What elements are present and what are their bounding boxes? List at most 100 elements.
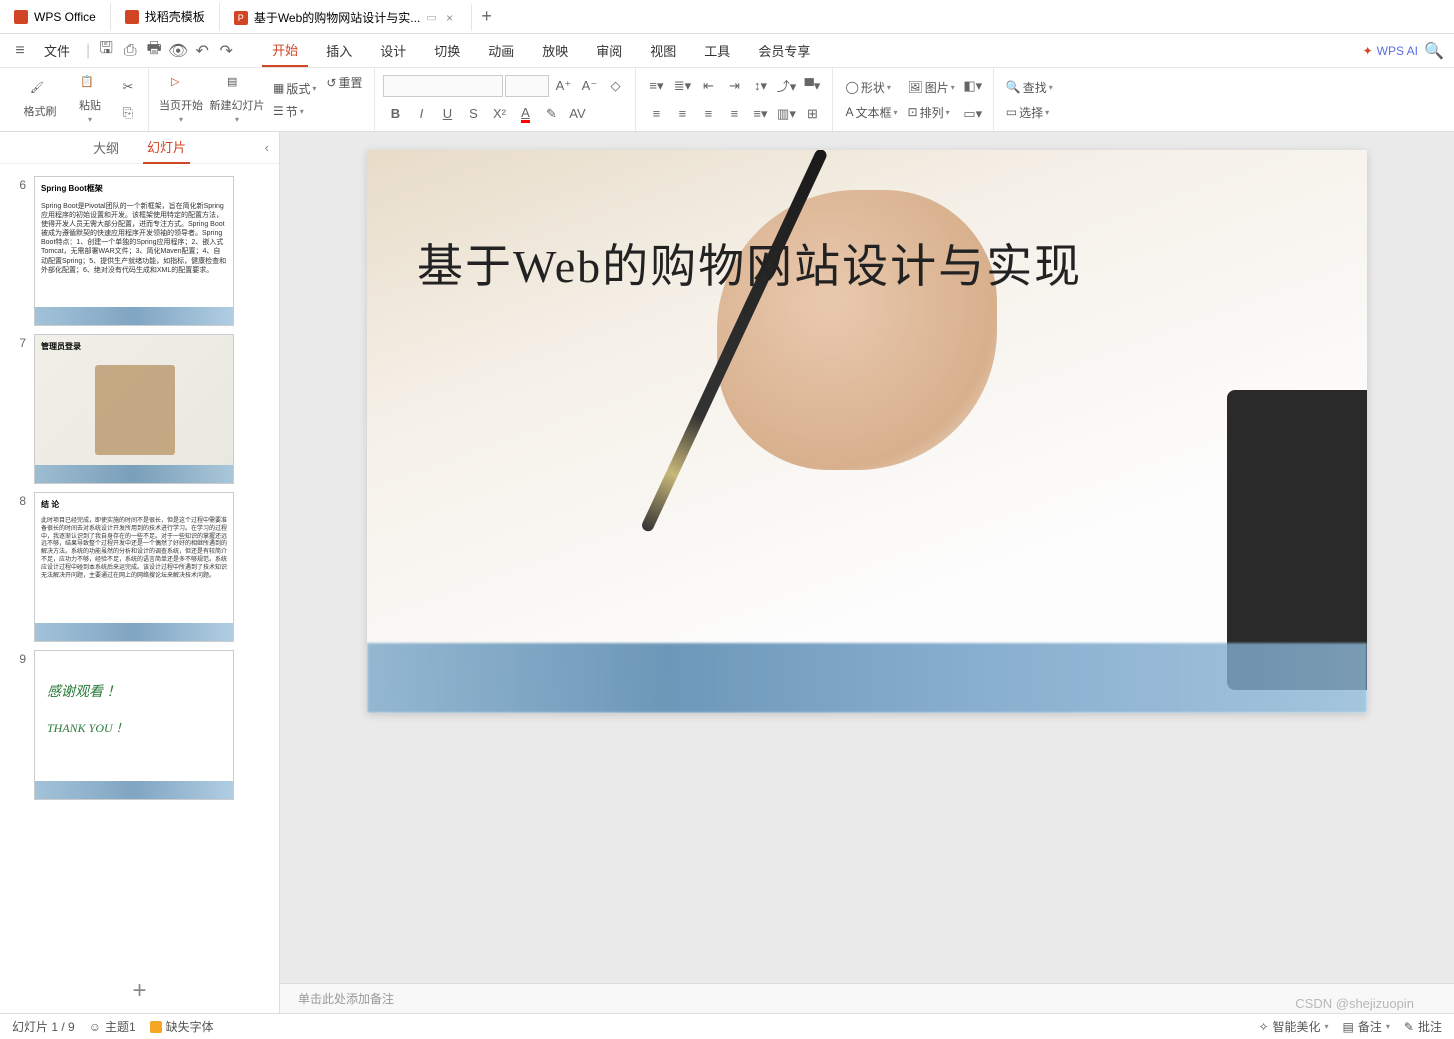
slide-thumbnail-8[interactable]: 结 论 此时项目已经完成，即使实施的时间不是很长，但是这个过程中需要准备很长的时…	[34, 492, 234, 642]
highlight-icon[interactable]: ✎	[539, 102, 563, 126]
align-center-icon[interactable]: ≡	[670, 102, 694, 126]
wps-ai-button[interactable]: ✦WPS AI	[1363, 44, 1418, 58]
italic-icon[interactable]: I	[409, 102, 433, 126]
paste-button[interactable]: 📋粘贴▾	[66, 72, 114, 128]
watercolor-decoration	[35, 623, 233, 641]
new-slide-icon: ▤	[227, 75, 247, 95]
search-icon[interactable]: 🔍	[1426, 43, 1442, 59]
superscript-icon[interactable]: X²	[487, 102, 511, 126]
menu-tab-start[interactable]: 开始	[262, 34, 308, 67]
notes-pane[interactable]: 单击此处添加备注	[280, 983, 1454, 1013]
clear-format-icon[interactable]: ◇	[603, 74, 627, 98]
align-left-icon[interactable]: ≡	[644, 102, 668, 126]
slide-thumbnail-6[interactable]: Spring Boot框架 Spring Boot是Pivotal团队的一个新框…	[34, 176, 234, 326]
columns-icon[interactable]: ▥▾	[774, 102, 798, 126]
thumb-row: 6 Spring Boot框架 Spring Boot是Pivotal团队的一个…	[0, 172, 279, 330]
start-from-current-button[interactable]: ▷当页开始▾	[157, 72, 205, 128]
line-spacing-icon[interactable]: ↕▾	[748, 74, 772, 98]
slide-area: 基于Web的购物网站设计与实现 单击此处添加备注	[280, 132, 1454, 1013]
copy-icon[interactable]: ⎘	[116, 101, 140, 125]
play-icon: ▷	[171, 75, 191, 95]
close-tab-icon[interactable]: ×	[443, 11, 457, 25]
file-menu[interactable]: 文件	[36, 37, 78, 64]
side-tab-outline[interactable]: 大纲	[89, 132, 123, 163]
strike-icon[interactable]: S	[461, 102, 485, 126]
collapse-panel-icon[interactable]: ‹	[265, 140, 269, 155]
fill-icon[interactable]: ◧▾	[961, 74, 985, 98]
hamburger-icon[interactable]: ≡	[12, 43, 28, 59]
text-direction-icon[interactable]: ⤴▾	[774, 74, 798, 98]
menu-tab-animation[interactable]: 动画	[478, 35, 524, 66]
cut-icon[interactable]: ✂	[116, 75, 140, 99]
menu-tab-tools[interactable]: 工具	[694, 35, 740, 66]
side-tab-slides[interactable]: 幻灯片	[143, 132, 190, 164]
align-top-icon[interactable]: ▀▾	[800, 74, 824, 98]
slide-counter[interactable]: 幻灯片 1 / 9	[12, 1018, 75, 1035]
app-tab-wps[interactable]: WPS Office	[0, 3, 111, 31]
reset-button[interactable]: ↺重置	[322, 72, 366, 93]
print-icon[interactable]: 🖶	[146, 43, 162, 59]
image-button[interactable]: 🖼图片▾	[904, 77, 959, 98]
section-button[interactable]: ☰节▾	[269, 101, 320, 122]
outdent-icon[interactable]: ⇤	[696, 74, 720, 98]
beautify-button[interactable]: ✧智能美化▾	[1258, 1018, 1328, 1035]
textbox-button[interactable]: A文本框▾	[841, 102, 901, 123]
bullets-icon[interactable]: ≡▾	[644, 74, 668, 98]
slide-thumbnail-7[interactable]: 管理员登录	[34, 334, 234, 484]
slide-title-text: 基于Web的购物网站设计与实现	[417, 230, 1317, 296]
find-icon: 🔍	[1006, 80, 1021, 94]
find-button[interactable]: 🔍查找▾	[1002, 77, 1057, 98]
notes-toggle[interactable]: ▤备注▾	[1343, 1018, 1390, 1035]
undo-icon[interactable]: ↶	[194, 43, 210, 59]
arrange-icon: ⊡	[908, 105, 918, 119]
indent-icon[interactable]: ⇥	[722, 74, 746, 98]
menu-tab-member[interactable]: 会员专享	[748, 35, 820, 66]
menu-tab-view[interactable]: 视图	[640, 35, 686, 66]
menu-tab-review[interactable]: 审阅	[586, 35, 632, 66]
menu-tab-transition[interactable]: 切换	[424, 35, 470, 66]
font-color-icon[interactable]: A	[513, 102, 537, 126]
shape-button[interactable]: ◯形状▾	[841, 77, 901, 98]
missing-font-warning[interactable]: 缺失字体	[150, 1018, 214, 1035]
bold-icon[interactable]: B	[383, 102, 407, 126]
thumb-row: 8 结 论 此时项目已经完成，即使实施的时间不是很长，但是这个过程中需要准备很长…	[0, 488, 279, 646]
ribbon-group-clipboard: 🖌格式刷 📋粘贴▾ ✂ ⎘	[8, 68, 149, 131]
image-icon: 🖼	[908, 80, 923, 94]
maximise-tab-icon[interactable]: ▭	[426, 11, 436, 24]
new-tab-button[interactable]: +	[472, 6, 502, 27]
char-spacing-icon[interactable]: AV	[565, 102, 589, 126]
underline-icon[interactable]: U	[435, 102, 459, 126]
menu-tab-design[interactable]: 设计	[370, 35, 416, 66]
select-button[interactable]: ▭选择▾	[1002, 102, 1057, 123]
align-right-icon[interactable]: ≡	[696, 102, 720, 126]
current-slide[interactable]: 基于Web的购物网站设计与实现	[367, 150, 1367, 713]
new-slide-button[interactable]: ▤新建幻灯片▾	[207, 72, 267, 128]
sparkle-icon: ✧	[1258, 1020, 1268, 1034]
print-preview-icon[interactable]: 👁	[170, 43, 186, 59]
menu-tab-slideshow[interactable]: 放映	[532, 35, 578, 66]
app-tab-templates[interactable]: 找稻壳模板	[111, 3, 220, 31]
smartart-icon[interactable]: ⊞	[800, 102, 824, 126]
redo-icon[interactable]: ↷	[218, 43, 234, 59]
layout-button[interactable]: ▦版式▾	[269, 78, 320, 99]
slide-thumbnail-9[interactable]: 感谢观看 ！ THANK YOU ！	[34, 650, 234, 800]
font-family-select[interactable]	[383, 75, 503, 97]
app-tab-document[interactable]: P 基于Web的购物网站设计与实... ▭ ×	[220, 3, 472, 31]
numbering-icon[interactable]: ≣▾	[670, 74, 694, 98]
theme-indicator[interactable]: ☺主题1	[89, 1018, 136, 1035]
increase-font-icon[interactable]: A⁺	[551, 74, 575, 98]
reset-icon: ↺	[326, 76, 336, 90]
save-icon[interactable]: 🖫	[98, 43, 114, 59]
export-icon[interactable]: ⎙	[122, 43, 138, 59]
add-slide-button[interactable]: +	[0, 969, 279, 1013]
comments-toggle[interactable]: ✎批注	[1404, 1018, 1442, 1035]
distribute-icon[interactable]: ≡▾	[748, 102, 772, 126]
outline-icon[interactable]: ▭▾	[961, 102, 985, 126]
arrange-button[interactable]: ⊡排列▾	[904, 102, 959, 123]
ribbon: 🖌格式刷 📋粘贴▾ ✂ ⎘ ▷当页开始▾ ▤新建幻灯片▾ ▦版式▾ ☰节▾ ↺重…	[0, 68, 1454, 132]
format-painter-button[interactable]: 🖌格式刷	[16, 72, 64, 128]
decrease-font-icon[interactable]: A⁻	[577, 74, 601, 98]
justify-icon[interactable]: ≡	[722, 102, 746, 126]
menu-tab-insert[interactable]: 插入	[316, 35, 362, 66]
font-size-select[interactable]	[505, 75, 549, 97]
